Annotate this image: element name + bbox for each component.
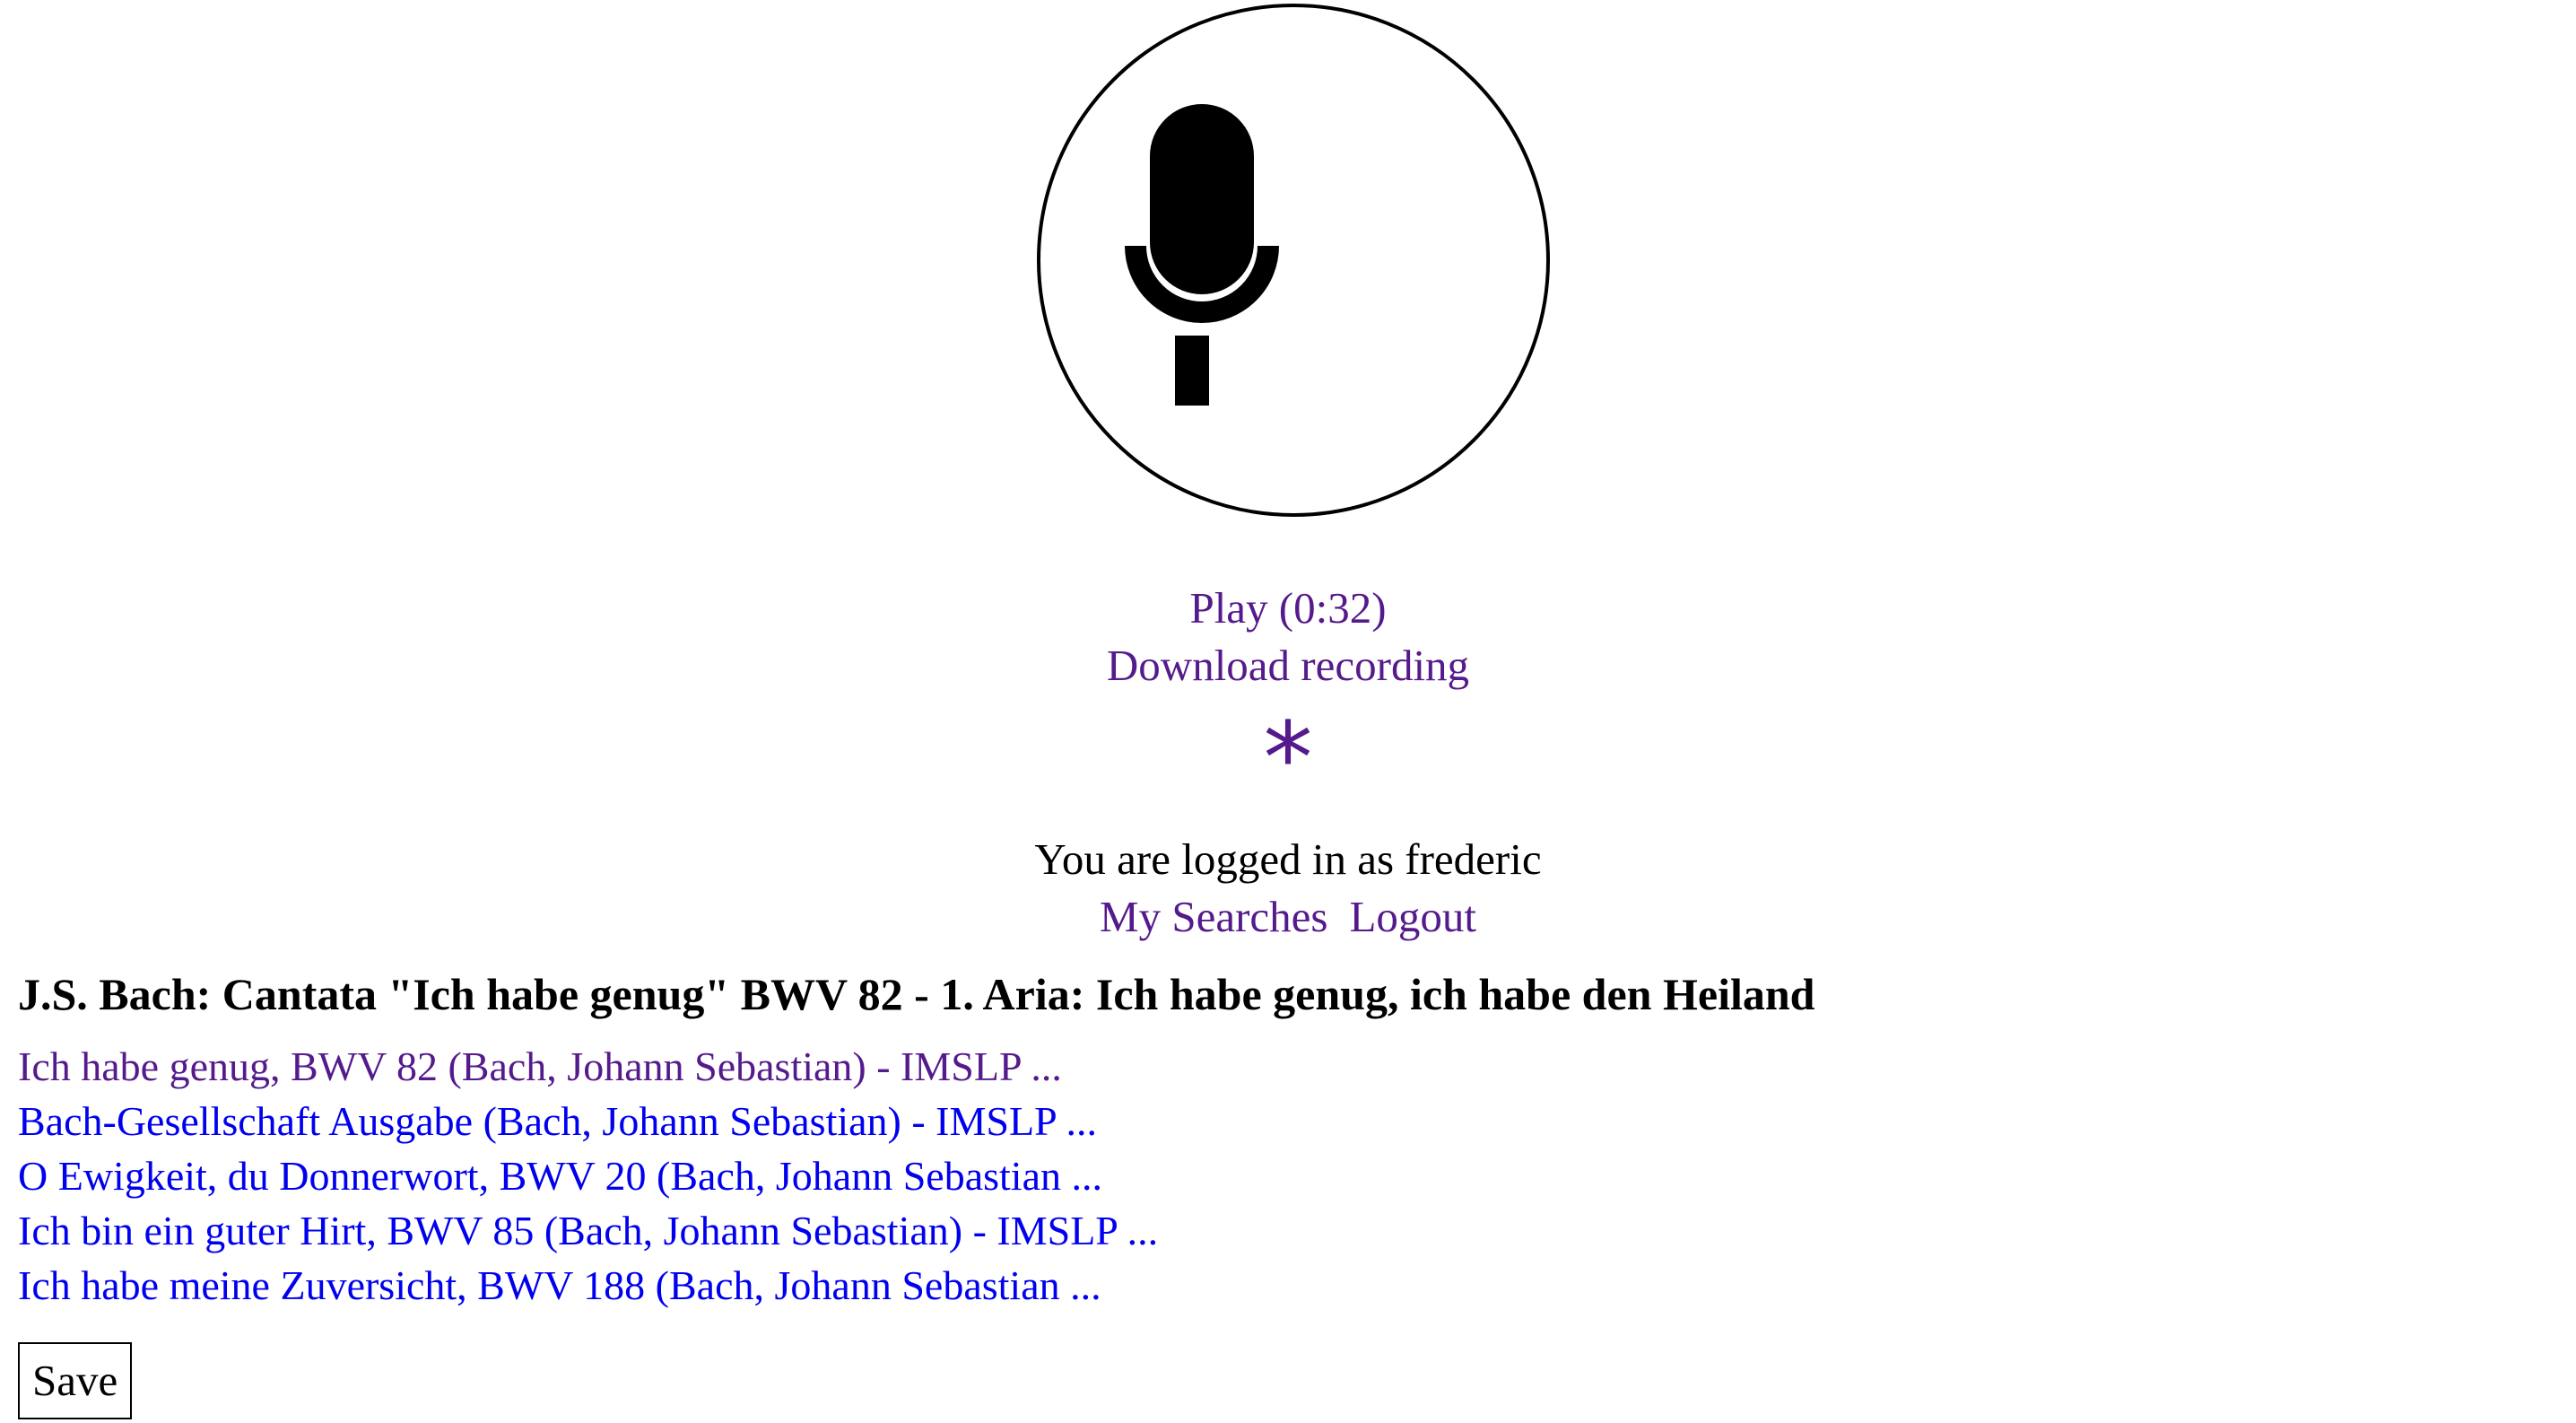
- result-title: J.S. Bach: Cantata "Ich habe genug" BWV …: [18, 969, 1815, 1019]
- result-link[interactable]: Ich habe genug, BWV 82 (Bach, Johann Seb…: [18, 1043, 1062, 1089]
- result-link[interactable]: Bach-Gesellschaft Ausgabe (Bach, Johann …: [18, 1098, 1097, 1144]
- play-recording-link[interactable]: Play (0:32): [1189, 583, 1386, 633]
- download-recording-row: Download recording: [0, 637, 2576, 694]
- record-button[interactable]: [1037, 4, 1550, 517]
- play-recording-row: Play (0:32): [0, 580, 2576, 637]
- result-link[interactable]: Ich habe meine Zuversicht, BWV 188 (Bach…: [18, 1262, 1101, 1308]
- asterisk-icon: *: [1263, 701, 1313, 816]
- page: Play (0:32) Download recording * You are…: [0, 0, 2576, 1423]
- save-button[interactable]: Save: [18, 1342, 133, 1419]
- download-recording-link[interactable]: Download recording: [1107, 641, 1469, 690]
- result-link[interactable]: O Ewigkeit, du Donnerwort, BWV 20 (Bach,…: [18, 1153, 1102, 1199]
- microphone-icon: [1125, 104, 1279, 406]
- result-link[interactable]: Ich bin ein guter Hirt, BWV 85 (Bach, Jo…: [18, 1208, 1158, 1253]
- logout-link[interactable]: Logout: [1349, 892, 1476, 941]
- account-nav: My Searches Logout: [0, 888, 2576, 946]
- my-searches-link[interactable]: My Searches: [1100, 892, 1327, 941]
- login-status: You are logged in as frederic: [1034, 834, 1542, 884]
- result-links-list: Ich habe genug, BWV 82 (Bach, Johann Seb…: [18, 1039, 1158, 1313]
